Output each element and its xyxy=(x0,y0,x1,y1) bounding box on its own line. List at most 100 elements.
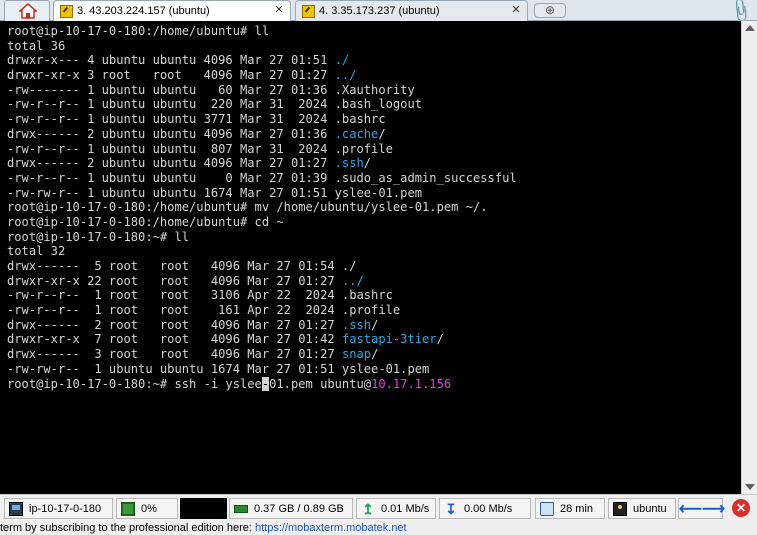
terminal-line: -rw-r--r-- 1 root root 3106 Apr 22 2024 … xyxy=(7,288,741,303)
status-bar: ip-10-17-0-180 0% 0.37 GB / 0.89 GB ↥ 0.… xyxy=(0,494,757,521)
tab-session-4[interactable]: 4. 3.35.173.237 (ubuntu) ✕ xyxy=(295,0,528,21)
terminal-text: drwx------ 5 root root 4096 Mar 27 01:54… xyxy=(7,259,357,273)
status-host[interactable]: ip-10-17-0-180 xyxy=(4,498,113,519)
status-uptime[interactable]: 28 min xyxy=(535,498,605,519)
terminal-text: -rw-r--r-- 1 root root 161 Apr 22 2024 .… xyxy=(7,303,401,318)
terminal-text: .ssh xyxy=(341,317,372,332)
terminal-line: drwx------ 2 ubuntu ubuntu 4096 Mar 27 0… xyxy=(7,127,741,142)
terminal-line: -rw------- 1 ubuntu ubuntu 60 Mar 27 01:… xyxy=(7,83,741,98)
terminal-text: ../ xyxy=(341,273,364,288)
terminal-text: drwx------ 2 ubuntu ubuntu 4096 Mar 27 0… xyxy=(7,126,335,141)
close-icon[interactable]: ✕ xyxy=(732,499,750,517)
terminal-text: drwxr-xr-x 22 root root 4096 Mar 27 01:2… xyxy=(7,273,342,288)
terminal-line: total 36 xyxy=(7,39,741,54)
terminal-line: -rw-r--r-- 1 ubuntu ubuntu 220 Mar 31 20… xyxy=(7,97,741,112)
home-icon xyxy=(19,3,37,19)
terminal-line: drwxr-xr-x 7 root root 4096 Mar 27 01:42… xyxy=(7,332,741,347)
tab-label: 4. 3.35.173.237 (ubuntu) xyxy=(319,5,440,17)
terminal-text: total 32 xyxy=(7,244,66,259)
terminal-text: .cache xyxy=(334,126,379,141)
terminal-text: drwx------ 2 ubuntu ubuntu 4096 Mar 27 0… xyxy=(7,156,335,171)
terminal-line: -rw-r--r-- 1 root root 161 Apr 22 2024 .… xyxy=(7,303,741,318)
key-icon xyxy=(302,4,315,18)
terminal-text: 01.pem ubuntu@ xyxy=(269,376,372,391)
monitor-clock-icon xyxy=(540,501,554,516)
status-cpu[interactable]: 0% xyxy=(116,498,178,519)
terminal-text: / xyxy=(436,332,444,347)
terminal-text: drwxr-x--- 4 ubuntu ubuntu 4096 Mar 27 0… xyxy=(7,53,335,68)
terminal-line: root@ip-10-17-0-180:~# ll xyxy=(7,230,741,245)
terminal-text: -rw------- 1 ubuntu ubuntu 60 Mar 27 01:… xyxy=(7,82,415,97)
cpu-icon xyxy=(121,501,135,516)
terminal-text: .ssh xyxy=(334,156,364,171)
footer-message: term by subscribing to the professional … xyxy=(0,521,757,535)
terminal-line: drwx------ 2 root root 4096 Mar 27 01:27… xyxy=(7,318,741,333)
terminal-text: root@ip-10-17-0-180:/home/ubuntu# mv /ho… xyxy=(7,200,488,215)
arrow-left-icon[interactable]: ⟵ xyxy=(679,499,702,519)
user-icon xyxy=(613,501,627,516)
terminal-text: total 36 xyxy=(7,38,66,53)
vertical-scrollbar[interactable] xyxy=(741,21,757,494)
host-label: ip-10-17-0-180 xyxy=(29,502,102,515)
memory-icon xyxy=(234,504,248,513)
status-upload[interactable]: ↥ 0.01 Mb/s xyxy=(356,498,436,519)
terminal-line: root@ip-10-17-0-180:/home/ubuntu# mv /ho… xyxy=(7,200,741,215)
terminal-text: / xyxy=(371,347,379,362)
session-nav: ⟵ ⟶ xyxy=(678,498,725,519)
tab-label: 3. 43.203.224.157 (ubuntu) xyxy=(77,5,210,17)
terminal-text: / xyxy=(371,317,379,332)
tab-session-3[interactable]: 3. 43.203.224.157 (ubuntu) ✕ xyxy=(53,0,291,21)
download-label: 0.00 Mb/s xyxy=(464,502,513,515)
status-memory[interactable]: 0.37 GB / 0.89 GB xyxy=(229,498,353,519)
terminal-text: drwx------ 2 root root 4096 Mar 27 01:27 xyxy=(7,317,342,332)
terminal-text: -rw-r--r-- 1 root root 3106 Apr 22 2024 … xyxy=(7,288,393,303)
scroll-down-icon[interactable] xyxy=(745,484,755,490)
terminal-text: root@ip-10-17-0-180:/home/ubuntu# ll xyxy=(7,24,270,38)
scroll-up-icon[interactable] xyxy=(745,25,755,31)
arrow-right-icon[interactable]: ⟶ xyxy=(702,499,725,519)
terminal-text: 10.17.1.156 xyxy=(371,376,452,391)
home-tab[interactable] xyxy=(4,0,50,21)
terminal-text: snap xyxy=(341,347,372,362)
terminal-text: ../ xyxy=(334,68,357,83)
download-arrow-icon: ↧ xyxy=(445,500,457,517)
terminal-line: root@ip-10-17-0-180:/home/ubuntu# ll xyxy=(7,24,741,39)
tab-close-button[interactable]: ✕ xyxy=(273,5,285,17)
user-label: ubuntu xyxy=(633,502,667,515)
terminal-text: -rw-r--r-- 1 ubuntu ubuntu 220 Mar 31 20… xyxy=(7,97,423,112)
uptime-label: 28 min xyxy=(560,502,594,515)
terminal-text: root@ip-10-17-0-180:~# ssh -i yslee xyxy=(7,376,262,391)
terminal-line: drwx------ 3 root root 4096 Mar 27 01:27… xyxy=(7,347,741,362)
tab-close-button[interactable]: ✕ xyxy=(510,5,522,17)
terminal-line: -rw-r--r-- 1 ubuntu ubuntu 807 Mar 31 20… xyxy=(7,142,741,157)
terminal-line: root@ip-10-17-0-180:/home/ubuntu# cd ~ xyxy=(7,215,741,230)
footer-text: term by subscribing to the professional … xyxy=(0,522,255,534)
terminal-text: drwx------ 3 root root 4096 Mar 27 01:27 xyxy=(7,347,342,362)
cpu-label: 0% xyxy=(141,502,157,515)
status-download[interactable]: ↧ 0.00 Mb/s xyxy=(439,498,531,519)
terminal-line: -rw-rw-r-- 1 ubuntu ubuntu 1674 Mar 27 0… xyxy=(7,362,741,377)
terminal-line: total 32 xyxy=(7,244,741,259)
upload-arrow-icon: ↥ xyxy=(362,500,374,517)
terminal-line: -rw-r--r-- 1 ubuntu ubuntu 3771 Mar 31 2… xyxy=(7,112,741,127)
new-tab-button[interactable]: ⊕ xyxy=(534,3,566,18)
status-user[interactable]: ubuntu xyxy=(608,498,676,519)
terminal-text: / xyxy=(363,156,372,171)
terminal-line: drwx------ 2 ubuntu ubuntu 4096 Mar 27 0… xyxy=(7,156,741,171)
terminal-text: -rw-r--r-- 1 ubuntu ubuntu 807 Mar 31 20… xyxy=(7,141,393,156)
terminal-text: fastapi-3tier xyxy=(341,332,437,347)
terminal-text: root@ip-10-17-0-180:/home/ubuntu# cd ~ xyxy=(7,214,284,229)
memory-label: 0.37 GB / 0.89 GB xyxy=(254,502,344,515)
footer-link[interactable]: https://mobaxterm.mobatek.net xyxy=(255,522,407,534)
terminal-text: ./ xyxy=(334,53,350,68)
terminal-text: -rw-r--r-- 1 ubuntu ubuntu 0 Mar 27 01:3… xyxy=(7,170,517,185)
terminal-line: -rw-rw-r-- 1 ubuntu ubuntu 1674 Mar 27 0… xyxy=(7,186,741,201)
terminal-line: -rw-r--r-- 1 ubuntu ubuntu 0 Mar 27 01:3… xyxy=(7,171,741,186)
terminal-text: root@ip-10-17-0-180:~# ll xyxy=(7,229,190,244)
terminal-output[interactable]: root@ip-10-17-0-180:/home/ubuntu# ll tota… xyxy=(0,21,741,494)
tab-bar: 3. 43.203.224.157 (ubuntu) ✕ 4. 3.35.173… xyxy=(0,0,757,24)
terminal-text: drwxr-xr-x 3 root root 4096 Mar 27 01:27 xyxy=(7,68,335,83)
terminal-line: root@ip-10-17-0-180:~# ssh -i yslee-01.p… xyxy=(7,376,741,392)
cpu-graph xyxy=(180,498,227,519)
terminal-text: / xyxy=(378,126,386,141)
